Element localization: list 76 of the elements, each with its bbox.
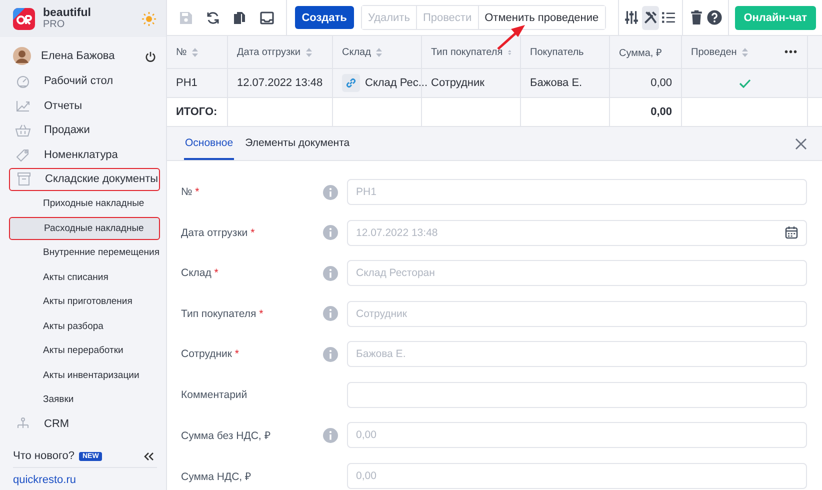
column-header[interactable]: Покупатель: [521, 36, 610, 68]
field-label: Тип покупателя *: [181, 308, 264, 320]
action-button[interactable]: Отменить проведение: [478, 6, 605, 29]
info-icon[interactable]: [323, 225, 338, 240]
field-label: Дата отгрузки *: [181, 226, 256, 238]
info-icon[interactable]: [323, 346, 338, 362]
basket-icon: [15, 123, 31, 137]
info-icon[interactable]: [323, 266, 338, 280]
power-icon[interactable]: [145, 50, 156, 62]
table-cell: 12.07.2022 13:48: [237, 77, 323, 89]
column-header[interactable]: №: [167, 36, 228, 68]
plan-label: PRO: [43, 19, 66, 30]
info-icon[interactable]: [323, 428, 338, 442]
box-icon: [16, 172, 32, 186]
tab[interactable]: Элементы документа: [244, 127, 351, 160]
sidebar-subitem[interactable]: Заявки: [9, 388, 160, 411]
chart-icon: [15, 98, 31, 112]
table-cell: Склад Рес...: [365, 77, 428, 89]
sidebar-subitem[interactable]: Акты списания: [9, 266, 160, 288]
column-header[interactable]: Сумма, ₽: [610, 36, 682, 68]
tag-icon: [15, 148, 31, 162]
field-label: Сумма НДС, ₽: [181, 470, 252, 482]
avatar-icon: [13, 47, 31, 65]
table-cell: Сотрудник: [431, 77, 484, 89]
table-cell: 0,00: [650, 77, 672, 89]
hierarchy-icon: [15, 417, 31, 431]
gauge-icon: [15, 74, 31, 88]
column-header[interactable]: Проведен •••: [682, 36, 808, 68]
field-label: Комментарий: [181, 388, 248, 400]
table-cell: Бажова Е.: [530, 77, 582, 89]
total-label: ИТОГО:: [176, 106, 218, 118]
sidebar-subitem[interactable]: Акты приготовления: [9, 290, 160, 313]
sidebar-item[interactable]: CRM: [9, 412, 160, 436]
tab[interactable]: Основное: [184, 127, 234, 160]
field-label: Сумма без НДС, ₽: [181, 429, 272, 442]
field-label: № *: [181, 186, 200, 198]
column-header[interactable]: Тип покупателя: [422, 36, 521, 68]
sidebar-subitem[interactable]: Расходные накладные: [9, 216, 160, 240]
more-icon[interactable]: •••: [784, 46, 798, 58]
sidebar-subitem[interactable]: Акты разбора: [9, 314, 160, 338]
user-name: Елена Бажова: [41, 50, 116, 62]
field-label: Склад *: [181, 267, 220, 279]
column-header[interactable]: Дата отгрузки: [228, 36, 333, 68]
field-label: Сотрудник *: [181, 348, 240, 360]
link-icon[interactable]: [342, 74, 360, 92]
sort-icon[interactable]: [742, 48, 748, 56]
sort-icon[interactable]: [306, 48, 312, 56]
account-name: beautiful: [43, 7, 92, 19]
table-row[interactable]: РН1 12.07.2022 13:48 Склад Рес... Сотрудник Бажова Е. 0,00: [167, 69, 822, 98]
site-link[interactable]: quickresto.ru: [13, 474, 76, 486]
collapse-icon[interactable]: [144, 452, 154, 460]
sort-icon[interactable]: [376, 48, 382, 56]
info-icon[interactable]: [323, 306, 338, 321]
sidebar-subitem[interactable]: Акты переработки: [9, 339, 160, 362]
whats-new-link[interactable]: Что нового?: [13, 450, 74, 462]
sidebar-item[interactable]: Продажи: [9, 118, 160, 142]
logo-icon: [13, 8, 35, 30]
sidebar-subitem[interactable]: Акты инвентаризации: [9, 364, 160, 386]
table-cell: РН1: [176, 77, 198, 89]
sidebar-item[interactable]: Номенклатура: [9, 143, 160, 166]
sidebar-item[interactable]: Складские документы: [9, 168, 160, 190]
sidebar-item[interactable]: Отчеты: [9, 94, 160, 117]
tools-icon[interactable]: [642, 6, 658, 30]
sort-icon[interactable]: [508, 48, 511, 56]
column-header[interactable]: Склад: [333, 36, 422, 68]
sort-icon[interactable]: [192, 48, 198, 56]
sidebar-item[interactable]: Рабочий стол: [9, 70, 160, 92]
close-icon[interactable]: [795, 138, 807, 150]
sidebar-subitem[interactable]: Приходные накладные: [9, 192, 160, 215]
info-icon[interactable]: [323, 184, 338, 200]
input-field[interactable]: [347, 382, 807, 408]
total-sum: 0,00: [650, 106, 672, 118]
calendar-icon[interactable]: [785, 226, 798, 239]
create-button[interactable]: Создать: [294, 6, 354, 29]
sun-icon[interactable]: [142, 12, 156, 26]
sidebar-subitem[interactable]: Внутренние перемещения: [9, 241, 160, 264]
